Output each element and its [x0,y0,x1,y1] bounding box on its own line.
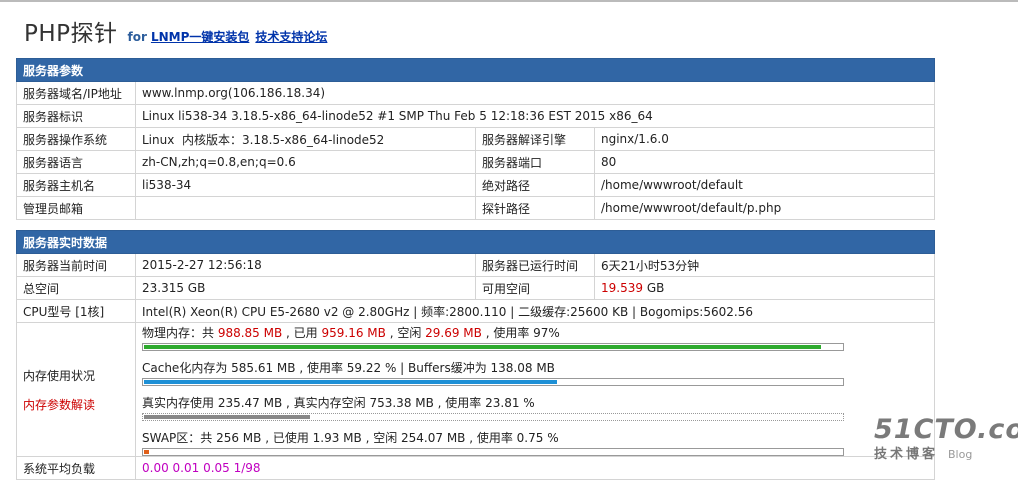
lang-label: 服务器语言 [16,150,136,174]
os-value: Linux 内核版本：3.18.5-x86_64-linode52 [135,127,476,151]
physical-memory-free: 29.69 MB [425,326,482,340]
uptime-value: 6天21小时53分钟 [593,253,936,277]
engine-value: nginx/1.6.0 [593,127,936,151]
free-space-number: 19.539 [601,281,643,295]
abspath-label: 绝对路径 [475,173,595,197]
cache-memory-line: Cache化内存为 585.61 MB , 使用率 59.22 % | Buff… [142,361,555,375]
physical-memory-used: 959.16 MB [321,326,386,340]
realtime-heading: 服务器实时数据 [15,230,936,254]
current-time-label: 服务器当前时间 [16,253,136,277]
table-row: CPU型号 [1核] Intel(R) Xeon(R) CPU E5-2680 … [16,299,936,323]
table-row: 服务器标识 Linux li538-34 3.18.5-x86_64-linod… [16,104,936,128]
physical-memory-bar [142,343,844,351]
physical-memory-prefix: 物理内存：共 [142,326,218,340]
page-title: PHP探针 [24,21,118,47]
table-row: 系统平均负载 0.00 0.01 0.05 1/98 [16,456,936,480]
cache-memory-bar [142,378,844,386]
cache-memory-bar-fill [144,380,557,384]
admin-email-label: 管理员邮箱 [16,196,136,220]
real-memory-bar-fill [144,415,310,419]
physical-memory-bar-fill [144,345,821,349]
server-id-value: Linux li538-34 3.18.5-x86_64-linode52 #1… [134,104,936,128]
uptime-label: 服务器已运行时间 [475,253,595,277]
swap-bar-fill [144,450,149,454]
table-row: 内存使用状况 内存参数解读 物理内存：共 988.85 MB , 已用 959.… [16,322,936,457]
domain-value: www.lnmp.org(106.186.18.34) [134,81,936,105]
lnmp-install-link[interactable]: LNMP一键安装包 [151,28,249,45]
for-label: for [127,30,147,44]
free-space-value: 19.539 GB [593,276,936,300]
lang-value: zh-CN,zh;q=0.8,en;q=0.6 [135,150,476,174]
host-label: 服务器主机名 [16,173,136,197]
probe-path-label: 探针路径 [475,196,595,220]
free-space-label: 可用空间 [475,276,595,300]
total-space-value: 23.315 GB [135,276,476,300]
watermark-subtitle: 技术博客 [874,447,939,462]
real-memory-bar [142,413,844,421]
swap-bar [142,448,844,456]
realtime-table: 服务器实时数据 服务器当前时间 2015-2-27 12:56:18 服务器已运… [15,230,936,480]
memory-params-link[interactable]: 内存参数解读 [23,396,129,413]
table-row: 服务器语言 zh-CN,zh;q=0.8,en;q=0.6 服务器端口 80 [16,150,936,174]
server-id-label: 服务器标识 [16,104,136,128]
abspath-value: /home/wwwroot/default [593,173,936,197]
physical-memory-used-label: , 已用 [282,326,322,340]
free-space-unit: GB [643,281,665,295]
watermark-logo: 51CTO.com 技术博客 Blog [874,414,1018,462]
load-average-value: 0.00 0.01 0.05 1/98 [134,456,936,480]
load-average-label: 系统平均负载 [16,456,136,480]
physical-memory-free-label: , 空闲 [385,326,426,340]
host-value: li538-34 [135,173,476,197]
port-label: 服务器端口 [475,150,595,174]
total-space-label: 总空间 [16,276,136,300]
physical-memory-total: 988.85 MB [217,326,283,340]
table-row: 服务器当前时间 2015-2-27 12:56:18 服务器已运行时间 6天21… [16,253,936,277]
server-params-heading: 服务器参数 [15,58,936,82]
table-row: 服务器域名/IP地址 www.lnmp.org(106.186.18.34) [16,81,936,105]
physical-memory-usage: , 使用率 97% [481,326,560,340]
physical-memory-line: 物理内存：共 988.85 MB , 已用 959.16 MB , 空闲 29.… [137,326,934,341]
swap-line: SWAP区：共 256 MB , 已使用 1.93 MB , 空闲 254.07… [142,431,559,445]
watermark-title: 51CTO.com [874,414,1018,445]
real-memory-line: 真实内存使用 235.47 MB , 真实内存空闲 753.38 MB , 使用… [142,396,535,410]
support-forum-link[interactable]: 技术支持论坛 [255,28,327,45]
table-row: 服务器操作系统 Linux 内核版本：3.18.5-x86_64-linode5… [16,127,936,151]
current-time-value: 2015-2-27 12:56:18 [135,253,476,277]
memory-status-label: 内存使用状况 [23,368,96,383]
memory-status-cell: 内存使用状况 内存参数解读 [16,322,136,457]
page-header: PHP探针 for LNMP一键安装包 技术支持论坛 [24,14,327,48]
memory-details: 物理内存：共 988.85 MB , 已用 959.16 MB , 空闲 29.… [134,322,936,457]
table-row: 服务器主机名 li538-34 绝对路径 /home/wwwroot/defau… [16,173,936,197]
os-label: 服务器操作系统 [16,127,136,151]
admin-email-value [135,196,476,220]
top-border [0,0,1018,2]
watermark-blog: Blog [948,448,973,461]
probe-path-value: /home/wwwroot/default/p.php [593,196,936,220]
table-row: 管理员邮箱 探针路径 /home/wwwroot/default/p.php [16,196,936,220]
table-row: 总空间 23.315 GB 可用空间 19.539 GB [16,276,936,300]
cpu-value: Intel(R) Xeon(R) CPU E5-2680 v2 @ 2.80GH… [134,299,936,323]
server-params-table: 服务器参数 服务器域名/IP地址 www.lnmp.org(106.186.18… [15,58,936,220]
engine-label: 服务器解译引擎 [475,127,595,151]
cpu-label: CPU型号 [1核] [16,299,136,323]
port-value: 80 [593,150,936,174]
domain-label: 服务器域名/IP地址 [16,81,136,105]
